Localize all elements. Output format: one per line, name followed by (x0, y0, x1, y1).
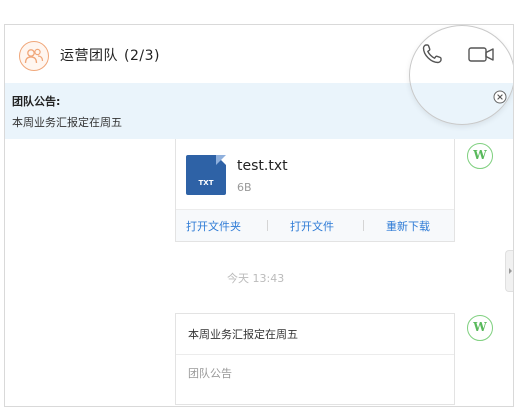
group-icon[interactable] (19, 41, 49, 71)
divider (176, 354, 454, 355)
avatar[interactable]: W (467, 143, 493, 169)
open-folder-link[interactable]: 打开文件夹 (186, 218, 241, 234)
message-timestamp: 今天 13:43 (227, 272, 285, 285)
announcement-text: 本周业务汇报定在周五 (188, 328, 298, 341)
notice-text: 本周业务汇报定在周五 (12, 116, 122, 129)
file-type-badge: TXT (198, 179, 214, 187)
member-count: (2/3) (124, 48, 160, 64)
phone-icon[interactable] (417, 39, 447, 69)
txt-file-icon: TXT (186, 155, 226, 195)
notice-title: 团队公告: (12, 95, 61, 108)
team-name: 运营团队 (60, 48, 118, 64)
announcement-message-card[interactable]: 本周业务汇报定在周五 团队公告 (175, 313, 455, 405)
file-name: test.txt (237, 158, 288, 174)
side-panel-toggle[interactable] (505, 250, 513, 292)
action-divider (267, 220, 268, 231)
avatar-letter: W (473, 320, 487, 334)
announcement-label: 团队公告 (188, 367, 232, 380)
chevron-right-icon (509, 268, 512, 274)
close-circle-icon[interactable] (493, 89, 507, 104)
action-divider (363, 220, 364, 231)
redownload-link[interactable]: 重新下载 (386, 218, 430, 234)
file-actions-bar: 打开文件夹 打开文件 重新下载 (176, 209, 454, 241)
chat-header: 运营团队 (2/3) (5, 25, 513, 83)
file-message-card[interactable]: TXT test.txt 6B 打开文件夹 打开文件 重新下载 (175, 139, 455, 242)
file-size: 6B (237, 181, 252, 194)
video-camera-icon[interactable] (466, 39, 496, 69)
chat-window: 运营团队 (2/3) 团队公告: 本周业务汇报定在周五 TXT test.txt… (4, 24, 514, 407)
avatar-letter: W (473, 148, 487, 162)
avatar[interactable]: W (467, 315, 493, 341)
chat-title: 运营团队 (2/3) (60, 45, 160, 65)
open-file-link[interactable]: 打开文件 (290, 218, 334, 234)
team-notice-bar: 团队公告: 本周业务汇报定在周五 (5, 83, 513, 139)
